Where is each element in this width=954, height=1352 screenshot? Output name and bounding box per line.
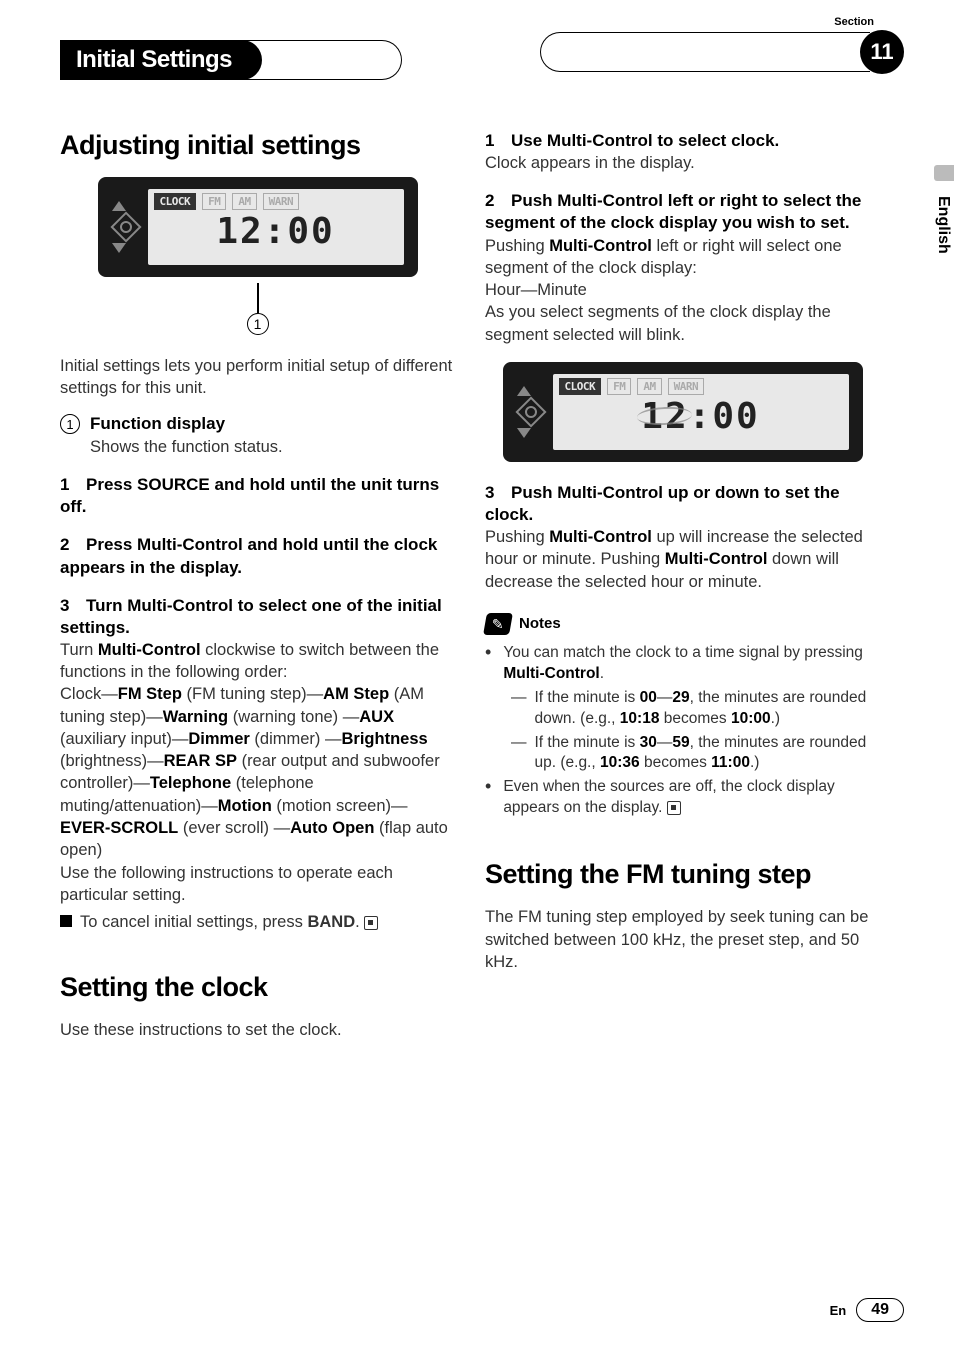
lcd-time: 12:00 (154, 212, 398, 252)
intro-text: Initial settings lets you perform initia… (60, 355, 455, 400)
def-title-function-display: Function display (90, 414, 225, 434)
language-tab-marker (934, 165, 954, 181)
end-mark-icon (364, 916, 378, 930)
r-step-title-2: Push Multi-Control left or right to sele… (485, 191, 861, 232)
notes-title: Notes (519, 615, 561, 632)
lcd-display-1: CLOCK FM AM WARN 12:00 (98, 177, 418, 277)
notes-icon: ✎ (483, 613, 513, 635)
notes-list: You can match the clock to a time signal… (485, 643, 880, 819)
lcd-tag-warn: WARN (263, 193, 300, 210)
r-step-body-3: Pushing Multi-Control up will increase t… (485, 526, 880, 593)
lcd2-tag-am: AM (637, 378, 661, 395)
clock-intro: Use these instructions to set the clock. (60, 1019, 455, 1041)
r-step-body-2c: Hour—Minute (485, 279, 880, 301)
lcd-nav-icon (112, 201, 140, 253)
lcd2-tag-clock: CLOCK (559, 378, 602, 395)
lcd-tag-clock: CLOCK (154, 193, 197, 210)
page-header: Initial Settings Section 11 (60, 30, 904, 90)
def-circle-1: 1 (60, 414, 80, 434)
def-desc: Shows the function status. (90, 436, 455, 458)
step-num-1: 1 (60, 475, 86, 495)
lcd2-tag-warn: WARN (668, 378, 705, 395)
step3-sequence: Clock—FM Step (FM tuning step)—AM Step (… (60, 683, 455, 861)
page-footer: En 49 (830, 1298, 904, 1322)
bullet-icon (60, 915, 72, 927)
lcd2-time: 12:00 (559, 397, 843, 437)
step-title-2: Press Multi-Control and hold until the c… (60, 535, 437, 576)
step-title-3: Turn Multi-Control to select one of the … (60, 596, 442, 637)
lcd-display-2: CLOCK FM AM WARN 12:00 (503, 362, 863, 462)
footer-lang: En (830, 1303, 847, 1318)
fm-intro: The FM tuning step employed by seek tuni… (485, 906, 880, 973)
lcd-tag-fm: FM (202, 193, 226, 210)
heading-fm-step: Setting the FM tuning step (485, 859, 880, 890)
heading-adjusting: Adjusting initial settings (60, 130, 455, 161)
end-mark-icon (667, 801, 681, 815)
footer-page-number: 49 (856, 1298, 904, 1322)
r-step-body-2d: As you select segments of the clock disp… (485, 301, 880, 346)
r-step-num-2: 2 (485, 191, 511, 211)
lcd-tag-am: AM (232, 193, 256, 210)
r-step-title-1: Use Multi-Control to select clock. (511, 131, 779, 150)
step3-tail: Use the following instructions to operat… (60, 862, 455, 907)
tip-cancel: To cancel initial settings, press BAND. (60, 910, 455, 932)
step3-body: Turn Multi-Control clockwise to switch b… (60, 639, 455, 684)
left-column: Adjusting initial settings CLOCK FM AM W… (60, 130, 455, 1055)
section-number: 11 (860, 30, 904, 74)
callout-1: 1 (247, 313, 269, 335)
r-step-body-2a: Pushing Multi-Control left or right will… (485, 235, 880, 280)
step-title-1: Press SOURCE and hold until the unit tur… (60, 475, 439, 516)
r-step-body-1: Clock appears in the display. (485, 152, 880, 174)
section-label: Section (834, 16, 874, 28)
r-step-title-3: Push Multi-Control up or down to set the… (485, 483, 840, 524)
step-num-3: 3 (60, 596, 86, 616)
heading-setting-clock: Setting the clock (60, 972, 455, 1003)
language-tab: English (932, 190, 954, 260)
lcd2-tag-fm: FM (607, 378, 631, 395)
r-step-num-1: 1 (485, 131, 511, 151)
lcd-nav-icon (517, 386, 545, 438)
section-title-pill: Initial Settings (60, 40, 402, 80)
right-column: 1Use Multi-Control to select clock. Cloc… (485, 130, 880, 1055)
section-title: Initial Settings (60, 40, 262, 80)
step-num-2: 2 (60, 535, 86, 555)
r-step-num-3: 3 (485, 483, 511, 503)
